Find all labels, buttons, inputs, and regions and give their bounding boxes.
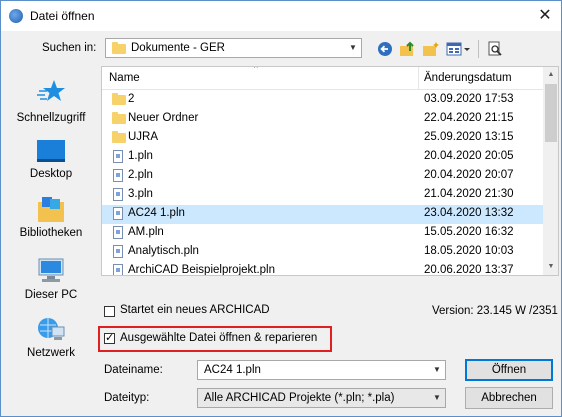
open-repair-label: Ausgewählte Datei öffnen & reparieren: [120, 332, 318, 344]
version-text: Version: 23.145 W /2351: [432, 305, 558, 317]
pln-file-icon: [113, 264, 123, 275]
list-item[interactable]: 2.pln 20.04.2020 20:07: [102, 167, 543, 186]
place-label: Netzwerk: [27, 347, 75, 359]
look-in-label: Suchen in:: [42, 42, 97, 54]
place-bibliotheken[interactable]: Bibliotheken: [6, 196, 96, 239]
chevron-down-icon[interactable]: ▼: [429, 389, 445, 407]
place-dieser-pc[interactable]: Dieser PC: [6, 258, 96, 301]
pln-file-icon: [113, 150, 123, 167]
list-item[interactable]: AM.pln 15.05.2020 16:32: [102, 224, 543, 243]
look-in-value: Dokumente - GER: [131, 42, 225, 54]
preview-icon[interactable]: [485, 39, 505, 59]
chevron-down-icon[interactable]: ▼: [345, 39, 361, 57]
vertical-scrollbar[interactable]: ▲ ▼: [543, 67, 558, 275]
star-icon: [36, 78, 66, 106]
places-bar: Schnellzugriff Desktop Bibliotheken Dies…: [6, 63, 96, 383]
cancel-button[interactable]: Abbrechen: [465, 387, 553, 409]
pln-file-icon: [113, 188, 123, 205]
open-file-dialog: Datei öffnen ✕ Suchen in: Dokumente - GE…: [0, 0, 562, 417]
look-in-combo[interactable]: Dokumente - GER ▼: [105, 38, 362, 58]
place-desktop[interactable]: Desktop: [6, 139, 96, 180]
sort-arrow-icon: ^: [254, 66, 258, 73]
column-name-header[interactable]: Name: [109, 72, 140, 84]
chevron-down-icon[interactable]: ▼: [429, 361, 445, 379]
filetype-label: Dateityp:: [104, 392, 150, 404]
new-archicad-checkbox[interactable]: [104, 306, 115, 317]
desktop-icon: [36, 139, 66, 163]
scroll-down-arrow-icon[interactable]: ▼: [543, 259, 558, 275]
filename-label: Dateiname:: [104, 364, 163, 376]
list-item-selected[interactable]: AC24 1.pln 23.04.2020 13:32: [102, 205, 543, 224]
folder-icon: [112, 131, 126, 146]
place-label: Bibliotheken: [19, 227, 83, 239]
list-item[interactable]: ArchiCAD Beispielprojekt.pln 20.06.2020 …: [102, 262, 543, 275]
new-folder-icon[interactable]: [421, 39, 441, 59]
pln-file-icon: [113, 245, 123, 262]
scroll-up-arrow-icon[interactable]: ▲: [543, 67, 558, 83]
up-folder-icon[interactable]: [398, 39, 418, 59]
column-date-header[interactable]: Änderungsdatum: [424, 72, 512, 84]
place-label: Desktop: [29, 168, 73, 180]
filetype-select[interactable]: Alle ARCHICAD Projekte (*.pln; *.pla) ▼: [197, 388, 446, 408]
folder-icon: [112, 93, 126, 108]
filename-input[interactable]: AC24 1.pln ▼: [197, 360, 446, 380]
filetype-value: Alle ARCHICAD Projekte (*.pln; *.pla): [204, 392, 395, 404]
pln-file-icon: [113, 226, 123, 243]
network-icon: [36, 315, 66, 343]
file-list[interactable]: ^ Name Änderungsdatum 2 03.09.2020 17:53…: [101, 66, 559, 276]
file-list-header: ^ Name Änderungsdatum: [102, 67, 544, 90]
folder-icon: [112, 112, 126, 127]
list-item[interactable]: Neuer Ordner 22.04.2020 21:15: [102, 110, 543, 129]
title-bar: Datei öffnen ✕: [1, 1, 561, 31]
toolbar-divider: [478, 40, 479, 58]
column-divider[interactable]: [418, 67, 419, 89]
archicad-app-icon: [9, 9, 23, 23]
libraries-icon: [36, 196, 66, 224]
filename-value: AC24 1.pln: [204, 364, 261, 376]
scrollbar-thumb[interactable]: [545, 84, 557, 142]
folder-icon: [112, 42, 126, 57]
list-item[interactable]: 1.pln 20.04.2020 20:05: [102, 148, 543, 167]
place-label: Dieser PC: [24, 289, 78, 301]
place-label: Schnellzugriff: [16, 112, 86, 124]
list-item[interactable]: 3.pln 21.04.2020 21:30: [102, 186, 543, 205]
pln-file-icon: [113, 207, 123, 224]
computer-icon: [36, 258, 66, 284]
back-arrow-icon[interactable]: [375, 39, 395, 59]
list-item[interactable]: UJRA 25.09.2020 13:15: [102, 129, 543, 148]
list-item[interactable]: 2 03.09.2020 17:53: [102, 91, 543, 110]
new-archicad-label: Startet ein neues ARCHICAD: [120, 304, 270, 316]
view-menu-icon[interactable]: [446, 39, 472, 59]
place-netzwerk[interactable]: Netzwerk: [6, 315, 96, 359]
close-button[interactable]: ✕: [533, 5, 557, 27]
list-item[interactable]: Analytisch.pln 18.05.2020 10:03: [102, 243, 543, 262]
open-button[interactable]: Öffnen: [465, 359, 553, 381]
pln-file-icon: [113, 169, 123, 186]
window-title: Datei öffnen: [30, 9, 95, 23]
open-repair-checkbox[interactable]: [104, 331, 115, 344]
place-schnellzugriff[interactable]: Schnellzugriff: [6, 78, 96, 124]
